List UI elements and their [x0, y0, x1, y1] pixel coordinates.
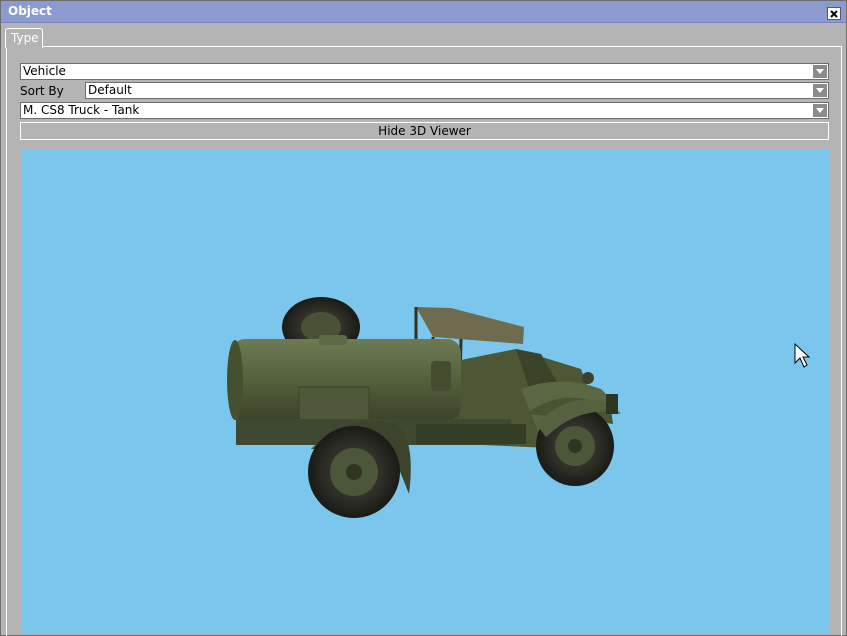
- category-value: Vehicle: [23, 64, 66, 78]
- mouse-cursor-icon: [794, 343, 810, 368]
- tab-type[interactable]: Type: [5, 28, 43, 48]
- close-icon: [830, 9, 838, 18]
- 3d-viewer[interactable]: [21, 149, 829, 633]
- category-dropdown[interactable]: Vehicle: [20, 63, 829, 80]
- object-value: M. CS8 Truck - Tank: [23, 103, 140, 117]
- chevron-down-icon[interactable]: [813, 104, 827, 117]
- sort-value: Default: [88, 83, 132, 97]
- sort-by-label: Sort By: [20, 84, 64, 98]
- truck-model: [227, 297, 621, 518]
- hide-3d-viewer-button[interactable]: Hide 3D Viewer: [20, 122, 829, 140]
- object-window: Object Type Vehicle Sort By Default M. C…: [0, 0, 847, 636]
- object-dropdown[interactable]: M. CS8 Truck - Tank: [20, 102, 829, 119]
- window-title: Object: [8, 4, 52, 18]
- tab-type-label: Type: [11, 31, 39, 45]
- chevron-down-icon[interactable]: [813, 65, 827, 78]
- title-bar[interactable]: Object: [1, 1, 846, 23]
- chevron-down-icon[interactable]: [813, 84, 827, 97]
- close-button[interactable]: [827, 7, 841, 20]
- sort-dropdown[interactable]: Default: [85, 82, 829, 99]
